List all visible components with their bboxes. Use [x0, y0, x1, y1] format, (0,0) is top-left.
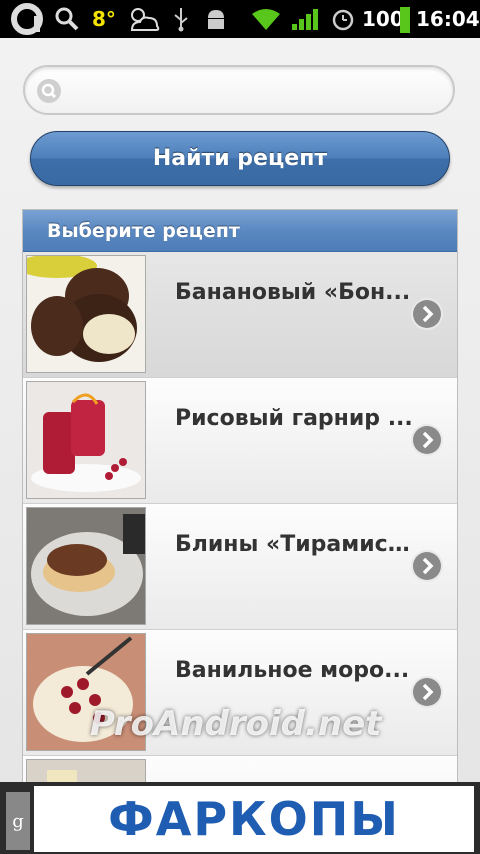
search-box[interactable] [23, 65, 455, 115]
wifi-icon [250, 0, 282, 38]
android-debug-icon [204, 0, 228, 38]
battery-icon [400, 0, 410, 38]
recipe-thumbnail [26, 255, 146, 373]
usb-icon [172, 0, 190, 38]
app-logo-icon [10, 0, 44, 38]
find-recipe-button[interactable]: Найти рецепт [30, 131, 450, 186]
ad-banner[interactable]: g ФАРКОПЫ [0, 782, 480, 854]
status-bar: 8° 100 16:04 [0, 0, 480, 38]
app-screen: Найти рецепт Выберите рецепт Банановый «… [0, 38, 480, 854]
ad-badge: g [6, 792, 30, 850]
list-item[interactable]: Банановый «Бон... [23, 252, 457, 378]
recipe-thumbnail [26, 381, 146, 499]
weather-icon [124, 0, 162, 38]
chevron-right-icon [413, 678, 441, 706]
list-item[interactable]: Блины «Тирамису» [23, 504, 457, 630]
recipe-title: Блины «Тирамису» [175, 532, 415, 557]
signal-icon [290, 0, 320, 38]
recipe-title: Рисовый гарнир ... [175, 406, 413, 431]
search-icon [54, 0, 80, 38]
recipe-title: Ванильное моро... [175, 658, 410, 683]
recipe-thumbnail [26, 507, 146, 625]
temperature-text: 8° [92, 7, 116, 31]
clock-text: 16:04 [416, 7, 480, 31]
list-item[interactable]: Рисовый гарнир ... [23, 378, 457, 504]
search-icon [37, 79, 61, 103]
list-header: Выберите рецепт [23, 210, 457, 252]
alarm-icon [330, 0, 356, 38]
watermark-text: ProAndroid.net [90, 704, 382, 744]
chevron-right-icon [413, 426, 441, 454]
search-input[interactable] [71, 73, 445, 109]
chevron-right-icon [413, 552, 441, 580]
chevron-right-icon [413, 300, 441, 328]
battery-text: 100 [362, 7, 404, 31]
ad-text[interactable]: ФАРКОПЫ [34, 786, 474, 852]
recipe-list: Выберите рецепт Банановый «Бон... Рисовы… [22, 209, 458, 854]
recipe-title: Банановый «Бон... [175, 280, 411, 305]
